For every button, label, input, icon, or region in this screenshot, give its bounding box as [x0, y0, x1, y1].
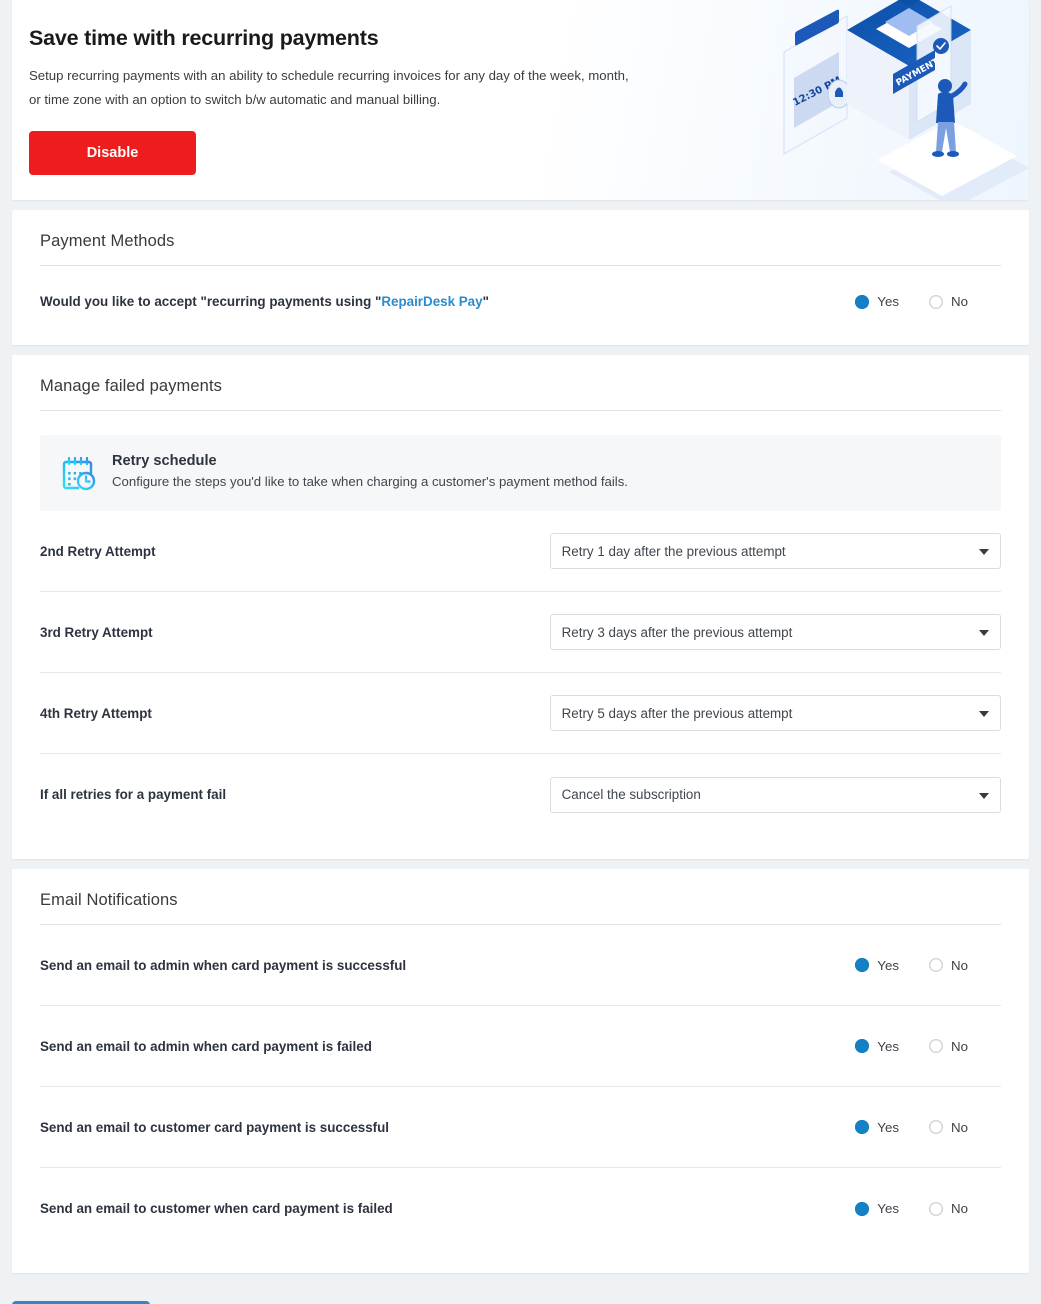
accept-recurring-payments-label: Would you like to accept "recurring paym…	[40, 294, 489, 309]
retry-row: 3rd Retry Attempt Retry 3 days after the…	[40, 592, 1001, 673]
email-admin-failed-yes-option[interactable]: Yes	[855, 1039, 899, 1054]
fourth-retry-attempt-select[interactable]: Retry 5 days after the previous attempt	[549, 695, 1001, 731]
radio-selected-icon[interactable]	[855, 1201, 870, 1216]
email-row: Send an email to customer card payment i…	[40, 1087, 1001, 1168]
radio-label-no: No	[951, 294, 968, 309]
retry-schedule-description: Configure the steps you'd like to take w…	[112, 474, 628, 489]
retry-row: 4th Retry Attempt Retry 5 days after the…	[40, 673, 1001, 754]
email-row: Send an email to admin when card payment…	[40, 925, 1001, 1006]
radio-unselected-icon[interactable]	[929, 1201, 943, 1216]
retry-row: If all retries for a payment fail Cancel…	[40, 754, 1001, 835]
radio-unselected-icon[interactable]	[929, 294, 943, 309]
email-row-label: Send an email to admin when card payment…	[40, 957, 407, 973]
email-admin-failed-radio-group: Yes No	[855, 1039, 1001, 1054]
email-notifications-card: Email Notifications Send an email to adm…	[12, 869, 1029, 1273]
radio-unselected-icon[interactable]	[929, 1039, 943, 1053]
manage-failed-payments-card: Manage failed payments Retry schedule Co…	[12, 355, 1029, 859]
radio-label-no: No	[951, 1119, 968, 1135]
radio-selected-icon[interactable]	[855, 958, 870, 972]
retry-row-label: If all retries for a payment fail	[40, 787, 227, 802]
radio-selected-icon[interactable]	[855, 1039, 870, 1053]
radio-label-no: No	[951, 1038, 968, 1054]
footer-actions: Save Changes	[0, 1283, 1041, 1304]
retry-rows: 2nd Retry Attempt Retry 1 day after the …	[40, 511, 1001, 835]
accept-recurring-yes-option[interactable]: Yes	[855, 294, 899, 309]
manage-failed-payments-heading: Manage failed payments	[40, 377, 1001, 411]
retry-select-wrap: Retry 3 days after the previous attempt	[549, 614, 1001, 650]
radio-label-yes: Yes	[877, 1201, 899, 1216]
recurring-payments-settings-page: 12:30 PM PAYMENT Save time with recurrin…	[0, 0, 1041, 1304]
radio-label-yes: Yes	[877, 957, 899, 973]
radio-label-yes: Yes	[877, 294, 899, 309]
email-customer-failed-no-option[interactable]: No	[929, 1201, 968, 1216]
question-prefix: Would you like to accept "recurring paym…	[40, 294, 382, 309]
question-suffix: "	[482, 294, 489, 309]
payment-methods-heading: Payment Methods	[40, 232, 1001, 266]
retry-select-wrap: Retry 5 days after the previous attempt	[549, 695, 1001, 731]
retry-row-label: 2nd Retry Attempt	[40, 543, 156, 559]
promo-banner: 12:30 PM PAYMENT Save time with recurrin…	[12, 0, 1029, 200]
second-retry-attempt-select[interactable]: Retry 1 day after the previous attempt	[549, 533, 1001, 569]
accept-recurring-payments-radio-group: Yes No	[855, 294, 1001, 309]
email-customer-failed-yes-option[interactable]: Yes	[855, 1201, 899, 1216]
retry-row-label: 4th Retry Attempt	[40, 705, 152, 721]
promo-description: Setup recurring payments with an ability…	[29, 67, 629, 108]
calendar-clock-icon	[62, 456, 96, 491]
radio-label-yes: Yes	[877, 1038, 899, 1054]
third-retry-attempt-select[interactable]: Retry 3 days after the previous attempt	[549, 614, 1001, 650]
radio-unselected-icon[interactable]	[929, 1120, 943, 1134]
retry-row: 2nd Retry Attempt Retry 1 day after the …	[40, 511, 1001, 592]
retry-select-wrap: Cancel the subscription	[549, 776, 1001, 813]
retry-schedule-banner: Retry schedule Configure the steps you'd…	[40, 435, 1001, 511]
accept-recurring-payments-row: Would you like to accept "recurring paym…	[40, 266, 1001, 321]
email-customer-success-radio-group: Yes No	[855, 1120, 1001, 1135]
email-admin-success-yes-option[interactable]: Yes	[855, 958, 899, 973]
email-notifications-heading: Email Notifications	[40, 891, 1001, 925]
radio-label-no: No	[951, 1201, 968, 1216]
radio-label-yes: Yes	[877, 1119, 899, 1135]
page-title: Save time with recurring payments	[29, 26, 379, 50]
email-admin-failed-no-option[interactable]: No	[929, 1039, 968, 1054]
all-retries-fail-select[interactable]: Cancel the subscription	[549, 776, 1001, 813]
retry-select-wrap: Retry 1 day after the previous attempt	[549, 533, 1001, 569]
radio-label-no: No	[951, 957, 968, 973]
email-row-label: Send an email to customer when card paym…	[40, 1201, 393, 1216]
retry-row-label: 3rd Retry Attempt	[40, 624, 153, 640]
repairdesk-pay-link[interactable]: RepairDesk Pay	[381, 294, 482, 309]
email-row: Send an email to customer when card paym…	[40, 1168, 1001, 1249]
email-row: Send an email to admin when card payment…	[40, 1006, 1001, 1087]
email-admin-success-radio-group: Yes No	[855, 958, 1001, 973]
radio-selected-icon[interactable]	[855, 294, 870, 309]
payment-methods-card: Payment Methods Would you like to accept…	[12, 210, 1029, 345]
radio-selected-icon[interactable]	[855, 1120, 870, 1134]
email-customer-success-yes-option[interactable]: Yes	[855, 1120, 899, 1135]
email-row-label: Send an email to admin when card payment…	[40, 1038, 372, 1054]
email-row-label: Send an email to customer card payment i…	[40, 1119, 390, 1135]
email-customer-success-no-option[interactable]: No	[929, 1120, 968, 1135]
disable-button[interactable]: Disable	[29, 130, 196, 175]
radio-unselected-icon[interactable]	[929, 958, 943, 972]
retry-schedule-title: Retry schedule	[112, 453, 217, 469]
email-customer-failed-radio-group: Yes No	[855, 1201, 1001, 1216]
email-admin-success-no-option[interactable]: No	[929, 958, 968, 973]
accept-recurring-no-option[interactable]: No	[929, 294, 968, 309]
